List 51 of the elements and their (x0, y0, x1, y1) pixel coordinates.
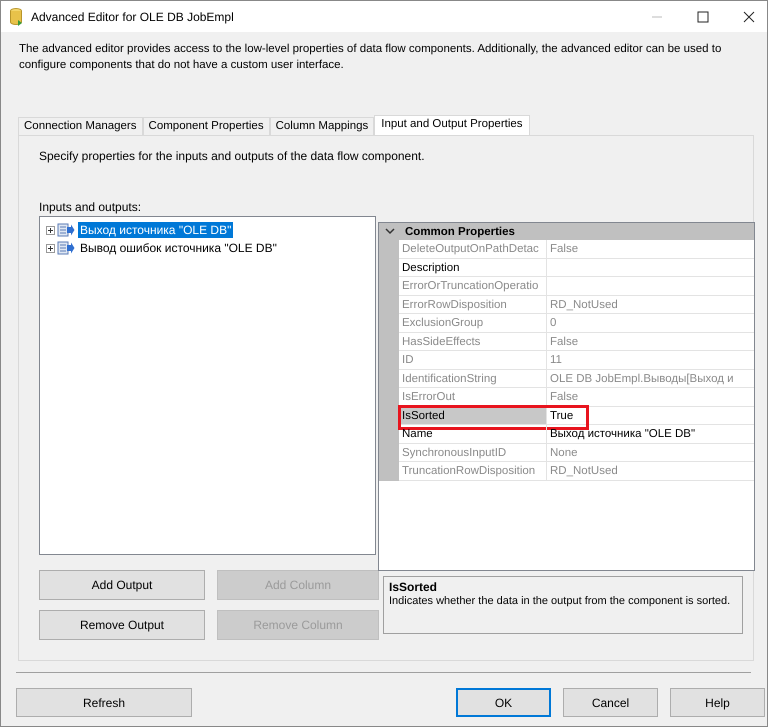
output-icon (57, 223, 75, 237)
property-value[interactable]: True (547, 406, 754, 425)
tab[interactable]: Column Mappings (270, 117, 374, 135)
tree-view[interactable]: Выход источника "OLE DB" Вывод ошибок источника "OLE DB" (39, 216, 376, 555)
close-icon[interactable] (743, 10, 755, 22)
property-name[interactable]: DeleteOutputOnPathDetac (399, 240, 547, 258)
property-value[interactable]: RD_NotUsed (547, 296, 754, 314)
tab[interactable]: Component Properties (142, 117, 270, 135)
button[interactable]: OK (456, 688, 551, 717)
property-value[interactable]: 0 (547, 314, 754, 332)
button[interactable]: Add Output (39, 570, 205, 600)
property-name[interactable]: SynchronousInputID (399, 444, 547, 462)
chevron-icon[interactable] (385, 228, 395, 235)
property-name[interactable]: TruncationRowDisposition (399, 462, 547, 480)
property-value[interactable]: False (547, 240, 754, 258)
property-name[interactable]: ErrorRowDisposition (399, 296, 547, 314)
button[interactable]: Cancel (563, 688, 658, 717)
property-value[interactable]: 11 (547, 351, 754, 370)
property-name[interactable]: Name (399, 425, 547, 444)
button[interactable]: Remove Output (39, 610, 205, 640)
help-title: IsSorted (389, 580, 438, 594)
property-name[interactable]: ID (399, 351, 547, 370)
instruction-text: Specify properties for the inputs and outputs of the data flow component. (39, 149, 426, 165)
property-name[interactable]: ExclusionGroup (399, 314, 547, 332)
description-text: The advanced editor provides access to the low-level properties of data flow components. Additionally, the advanced editor can be used to configure components that do not have a custom user interface. (18, 42, 722, 73)
expand-icon[interactable] (46, 244, 55, 252)
help-text: Indicates whether the data in the output from the component is sorted. (389, 594, 732, 609)
property-value[interactable]: Выход источника "OLE DB" (547, 425, 754, 444)
category-label: Common Properties (405, 226, 515, 238)
property-value[interactable]: None (547, 444, 754, 462)
property-value[interactable]: OLE DB JobEmpl.Выводы[Выход и (547, 370, 754, 388)
property-value[interactable]: False (547, 332, 754, 351)
property-name[interactable]: IsErrorOut (399, 388, 547, 406)
expand-icon[interactable] (46, 226, 55, 234)
cylinder-icon (9, 8, 23, 26)
property-name[interactable]: ErrorOrTruncationOperatio (399, 277, 547, 296)
output-icon (57, 241, 75, 255)
tree-item[interactable]: Выход источника "OLE DB" (78, 222, 234, 238)
property-value[interactable]: False (547, 388, 754, 406)
button[interactable]: Refresh (16, 688, 192, 717)
property-name[interactable]: HasSideEffects (399, 332, 547, 351)
tree-item[interactable]: Вывод ошибок источника "OLE DB" (78, 240, 279, 256)
property-value[interactable]: RD_NotUsed (547, 462, 754, 480)
tab[interactable]: Input and Output Properties (374, 115, 530, 135)
property-name[interactable]: Description (399, 258, 547, 277)
maximize-icon[interactable] (697, 10, 709, 22)
property-name[interactable]: IdentificationString (399, 370, 547, 388)
tab[interactable]: Connection Managers (18, 117, 143, 135)
window-title: Advanced Editor for OLE DB JobEmpl (31, 10, 235, 24)
tree-label: Inputs and outputs: (39, 200, 142, 216)
button[interactable]: Help (670, 688, 765, 717)
